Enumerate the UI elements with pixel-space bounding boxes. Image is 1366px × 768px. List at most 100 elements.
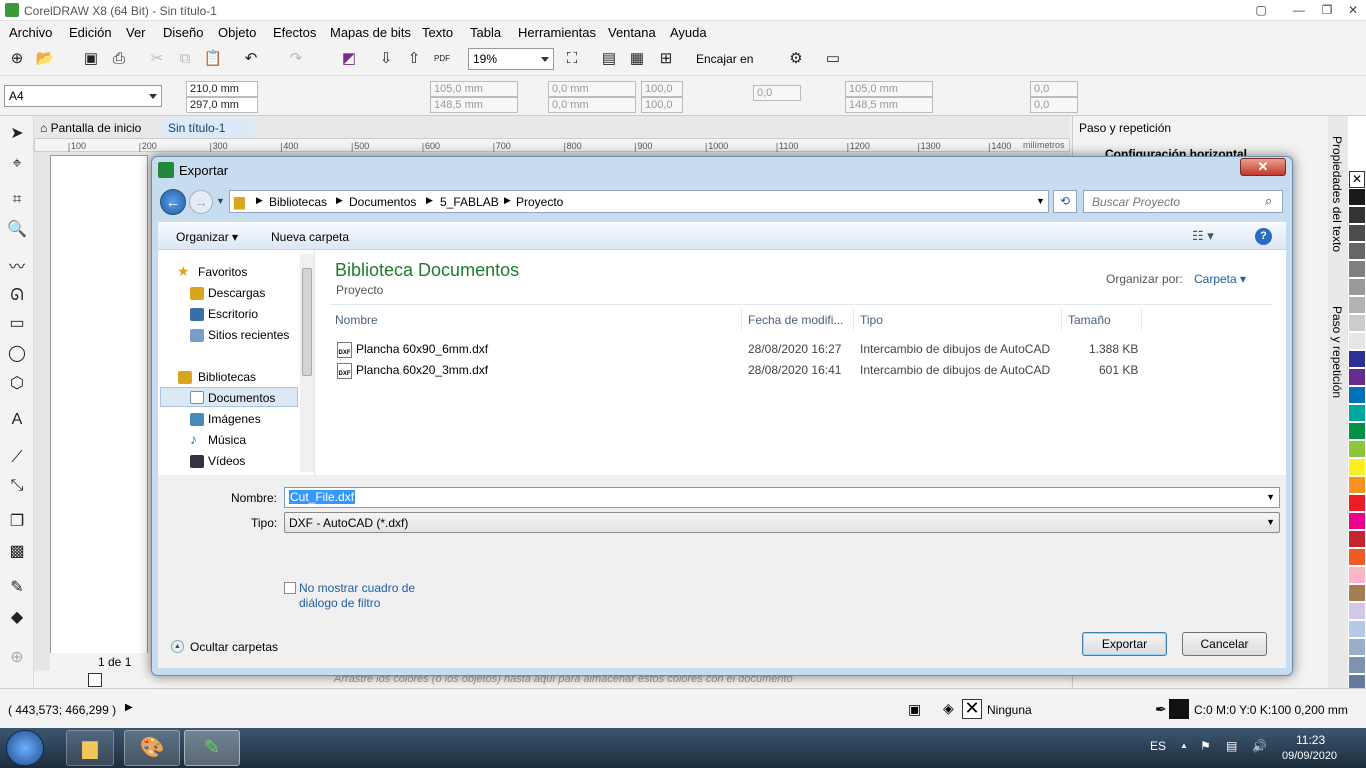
palette-swatch[interactable]: [1349, 315, 1365, 332]
nav-videos[interactable]: Vídeos: [208, 454, 245, 468]
menu-ver[interactable]: Ver: [126, 25, 146, 40]
ellipse-tool-icon[interactable]: ◯: [5, 342, 29, 366]
cancel-button[interactable]: Cancelar: [1182, 632, 1267, 656]
menu-tabla[interactable]: Tabla: [470, 25, 501, 40]
connector-tool-icon[interactable]: ⤡: [5, 474, 29, 498]
palette-swatch[interactable]: [1349, 243, 1365, 260]
tab-home[interactable]: ⌂ Pantalla de inicio: [34, 118, 148, 138]
show-rulers-icon[interactable]: ▤: [598, 48, 620, 70]
palette-swatch[interactable]: [1349, 639, 1365, 656]
palette-swatch[interactable]: [1349, 441, 1365, 458]
menu-ventana[interactable]: Ventana: [608, 25, 656, 40]
page-navigator[interactable]: 1 de 1: [50, 653, 150, 671]
table-row[interactable]: DXF Plancha 60x20_3mm.dxf 28/08/2020 16:…: [335, 361, 1145, 381]
crop-tool-icon[interactable]: ⌗: [5, 188, 29, 212]
application-launcher-icon[interactable]: ▭: [822, 48, 844, 70]
start-button[interactable]: [6, 730, 44, 766]
volume-icon[interactable]: 🔊: [1252, 739, 1267, 753]
tray-expand-icon[interactable]: ▲: [1180, 741, 1188, 750]
publish-pdf-icon[interactable]: PDF: [431, 48, 453, 70]
no-fill-swatch[interactable]: ✕: [962, 699, 982, 719]
palette-swatch[interactable]: [1349, 513, 1365, 530]
filter-dialog-label[interactable]: No mostrar cuadro de diálogo de filtro: [299, 581, 429, 611]
parallel-dimension-icon[interactable]: ⟋: [5, 446, 29, 470]
rectangle-tool-icon[interactable]: ▭: [5, 312, 29, 336]
filename-dropdown-icon[interactable]: ▼: [1266, 492, 1275, 502]
no-color-swatch[interactable]: [88, 673, 102, 687]
transparency-icon[interactable]: ▩: [5, 540, 29, 564]
expand-arrow-icon[interactable]: ▶: [125, 702, 133, 713]
tab-document[interactable]: Sin título-1: [162, 118, 254, 138]
breadcrumb-proyecto[interactable]: Proyecto: [516, 195, 563, 209]
full-screen-icon[interactable]: ⛶: [561, 48, 583, 70]
clock-time[interactable]: 11:23: [1296, 733, 1325, 747]
column-name[interactable]: Nombre: [335, 313, 378, 327]
menu-edicion[interactable]: Edición: [69, 25, 112, 40]
coreldraw-taskbar-icon[interactable]: ✎: [184, 730, 240, 766]
redo-icon[interactable]: ↷: [285, 48, 307, 70]
palette-swatch[interactable]: [1349, 225, 1365, 242]
chevron-icon[interactable]: ▶: [256, 195, 263, 206]
interactive-fill-icon[interactable]: ◆: [5, 606, 29, 630]
menu-archivo[interactable]: Archivo: [9, 25, 52, 40]
history-dropdown-icon[interactable]: ▼: [216, 196, 225, 206]
address-dropdown-icon[interactable]: ▼: [1036, 196, 1045, 206]
menu-herramientas[interactable]: Herramientas: [518, 25, 596, 40]
artistic-media-icon[interactable]: ᘏ: [5, 284, 29, 308]
palette-swatch[interactable]: [1349, 279, 1365, 296]
tab-text-properties[interactable]: Propiedades del texto: [1330, 136, 1344, 252]
x-position-input[interactable]: 105,0 mm: [430, 81, 518, 97]
eyedropper-icon[interactable]: ✎: [5, 576, 29, 600]
object-height-input[interactable]: 0,0 mm: [548, 97, 636, 113]
export-button[interactable]: Exportar: [1082, 632, 1167, 656]
hide-folders-button[interactable]: Ocultar carpetas: [190, 640, 278, 654]
palette-swatch[interactable]: [1349, 657, 1365, 674]
palette-swatch[interactable]: [1349, 387, 1365, 404]
search-icon[interactable]: ⌕: [1265, 193, 1272, 209]
dialog-close-button[interactable]: ✕: [1240, 158, 1286, 176]
text-tool-icon[interactable]: A: [5, 408, 29, 432]
drop-shadow-icon[interactable]: ❐: [5, 510, 29, 534]
filetype-dropdown-icon[interactable]: ▼: [1266, 517, 1275, 527]
table-row[interactable]: DXF Plancha 60x90_6mm.dxf 28/08/2020 16:…: [335, 340, 1145, 360]
palette-swatch[interactable]: [1349, 369, 1365, 386]
nav-imagenes[interactable]: Imágenes: [208, 412, 261, 426]
scale-x-input[interactable]: 100,0: [641, 81, 683, 97]
column-size[interactable]: Tamaño: [1068, 313, 1111, 327]
filetype-select[interactable]: DXF - AutoCAD (*.dxf) ▼: [284, 512, 1280, 533]
page-height-input[interactable]: 297,0 mm: [186, 97, 258, 113]
palette-swatch[interactable]: [1349, 585, 1365, 602]
menu-objeto[interactable]: Objeto: [218, 25, 256, 40]
object-width-input[interactable]: 0,0 mm: [548, 81, 636, 97]
y-position-input[interactable]: 148,5 mm: [430, 97, 518, 113]
chevron-icon[interactable]: ▶: [426, 195, 433, 206]
nav-musica[interactable]: Música: [208, 433, 246, 447]
help-icon[interactable]: ?: [1255, 228, 1272, 245]
paint-taskbar-icon[interactable]: 🎨: [124, 730, 180, 766]
palette-swatch[interactable]: ✕: [1349, 171, 1365, 188]
close-window-button[interactable]: ✕: [1344, 2, 1362, 18]
filter-dialog-checkbox[interactable]: [284, 582, 296, 594]
palette-swatch[interactable]: [1349, 459, 1365, 476]
chevron-icon[interactable]: ▶: [336, 195, 343, 206]
import-icon[interactable]: ⇩: [375, 48, 397, 70]
save-icon[interactable]: ▣: [80, 48, 102, 70]
palette-swatch[interactable]: [1349, 207, 1365, 224]
column-date[interactable]: Fecha de modifi...: [748, 313, 843, 327]
breadcrumb-bibliotecas[interactable]: Bibliotecas: [269, 195, 327, 209]
palette-swatch[interactable]: [1349, 477, 1365, 494]
outline-position-top-input[interactable]: 0,0: [1030, 81, 1078, 97]
rotation-angle-input[interactable]: 0,0: [753, 85, 801, 101]
nav-descargas[interactable]: Descargas: [208, 286, 265, 300]
show-guidelines-icon[interactable]: ⊞: [655, 48, 677, 70]
options-gear-icon[interactable]: ⚙: [785, 48, 807, 70]
nav-scrollbar[interactable]: [300, 254, 314, 472]
address-bar[interactable]: ▆ ▶ Bibliotecas ▶ Documentos ▶ 5_FABLAB …: [229, 190, 1049, 213]
search-input[interactable]: Buscar Proyecto: [1083, 190, 1283, 213]
pick-tool-icon[interactable]: ➤: [5, 122, 29, 146]
zoom-level-select[interactable]: 19%: [468, 48, 554, 70]
nav-documentos[interactable]: Documentos: [208, 391, 275, 405]
menu-mapas-de-bits[interactable]: Mapas de bits: [330, 25, 411, 40]
network-icon[interactable]: ▤: [1226, 739, 1237, 753]
organize-menu[interactable]: Organizar ▾: [176, 230, 238, 244]
